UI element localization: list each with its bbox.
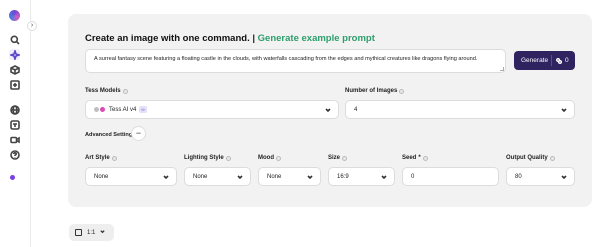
button-divider [551, 55, 552, 66]
info-icon[interactable] [422, 155, 428, 161]
image-count-select[interactable]: 4 [345, 100, 575, 119]
search-icon[interactable] [9, 34, 20, 45]
title-text: Create an image with one command. [85, 33, 250, 44]
square-ratio-icon [75, 229, 82, 236]
output-quality-label: Output Quality [506, 155, 555, 161]
output-quality-select[interactable]: 80 [506, 167, 575, 186]
aspect-ratio-value: 1:1 [87, 229, 96, 236]
prompt-input[interactable]: A surreal fantasy scene featuring a floa… [85, 49, 506, 73]
info-icon[interactable] [225, 155, 231, 161]
chevron-down-icon [237, 174, 243, 180]
box-icon[interactable] [9, 64, 20, 75]
image-count-value: 4 [354, 106, 358, 113]
model-select[interactable]: Tess AI v4 ∞ [85, 100, 339, 119]
seed-label-text: Seed [402, 155, 417, 161]
sidebar-collapse-button[interactable]: › [27, 21, 37, 31]
models-label: Tess Models [85, 88, 128, 94]
sidebar [0, 0, 31, 247]
size-label: Size [328, 155, 348, 161]
credits-icon [556, 57, 562, 64]
globe-icon[interactable] [9, 104, 20, 115]
info-icon[interactable] [122, 88, 128, 94]
seed-label: Seed * [402, 155, 428, 161]
mood-label-text: Mood [258, 155, 274, 161]
chevron-down-icon [561, 174, 567, 180]
sparkle-icon[interactable] [9, 49, 20, 60]
chevron-down-icon [100, 229, 105, 236]
mood-label: Mood [258, 155, 281, 161]
status-dot [10, 175, 15, 180]
lighting-label-text: Lighting Style [184, 155, 224, 161]
art-style-select[interactable]: None [85, 167, 177, 186]
aspect-ratio-button[interactable]: 1:1 [69, 224, 114, 241]
generate-label: Generate [521, 57, 549, 64]
info-icon[interactable] [399, 88, 405, 94]
size-value: 16:9 [337, 173, 349, 180]
video-icon[interactable] [9, 134, 20, 145]
chevron-down-icon [381, 174, 387, 180]
size-label-text: Size [328, 155, 341, 161]
quality-value: 80 [515, 173, 522, 180]
art-style-value: None [94, 173, 109, 180]
page-title: Create an image with one command. | Gene… [85, 33, 375, 44]
info-icon[interactable] [111, 155, 117, 161]
lighting-style-select[interactable]: None [184, 167, 251, 186]
images-label-text: Number of Images [345, 88, 398, 94]
seed-value: 0 [411, 173, 415, 180]
model-gray-icon [94, 107, 99, 112]
translate-icon[interactable] [9, 119, 20, 130]
model-icons [94, 107, 105, 112]
lighting-value: None [193, 173, 208, 180]
lighting-style-label: Lighting Style [184, 155, 231, 161]
quality-label-text: Output Quality [506, 155, 548, 161]
app-logo[interactable] [9, 10, 20, 21]
credit-count: 0 [565, 57, 569, 64]
size-select[interactable]: 16:9 [328, 167, 395, 186]
advanced-settings-label: Advanced Settings [85, 132, 136, 138]
help-icon[interactable] [9, 149, 20, 160]
art-style-label: Art Style [85, 155, 117, 161]
info-icon[interactable] [342, 155, 348, 161]
unlimited-badge: ∞ [139, 106, 147, 113]
art-style-label-text: Art Style [85, 155, 110, 161]
model-selected: Tess AI v4 [109, 106, 137, 113]
resize-grip-icon[interactable] [500, 67, 504, 71]
chevron-down-icon [163, 174, 169, 180]
chevron-down-icon [561, 107, 567, 113]
seed-required-mark: * [418, 155, 421, 161]
info-icon[interactable] [549, 155, 555, 161]
info-icon[interactable] [276, 155, 281, 161]
prompt-text: A surreal fantasy scene featuring a floa… [94, 56, 478, 62]
image-generator-panel: Create an image with one command. | Gene… [68, 14, 592, 207]
generate-example-link[interactable]: Generate example prompt [258, 33, 375, 44]
images-label: Number of Images [345, 88, 405, 94]
image-plus-icon[interactable] [9, 79, 20, 90]
models-label-text: Tess Models [85, 88, 121, 94]
advanced-settings-toggle[interactable]: − [131, 126, 146, 141]
model-pink-icon [100, 107, 105, 112]
seed-input[interactable]: 0 [402, 167, 499, 186]
mood-select[interactable]: None [258, 167, 321, 186]
chevron-down-icon [325, 107, 331, 113]
title-separator: | [252, 33, 256, 44]
credit-counter: 0 [556, 51, 569, 70]
mood-value: None [267, 173, 282, 180]
chevron-down-icon [307, 174, 313, 180]
generate-button[interactable]: Generate 0 [514, 51, 575, 70]
